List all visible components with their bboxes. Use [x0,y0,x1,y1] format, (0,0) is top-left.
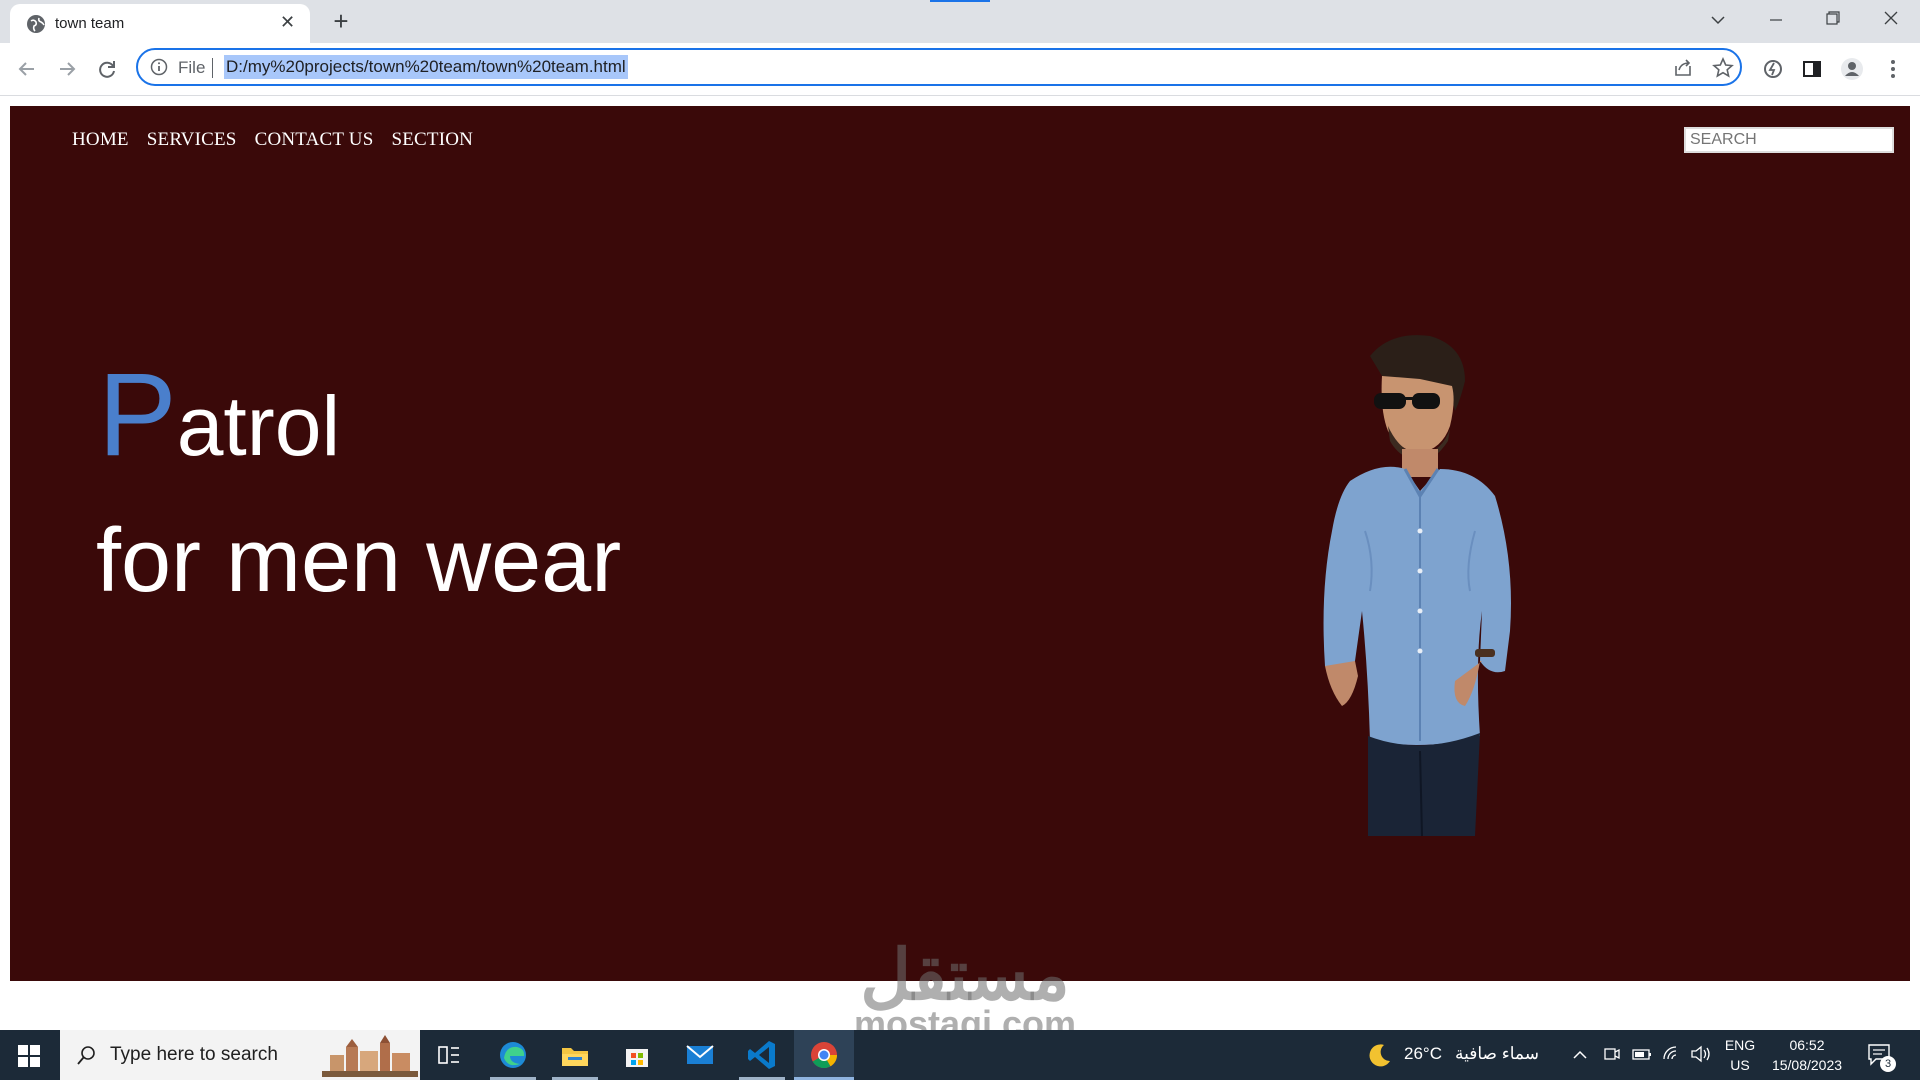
model-photo [1323,335,1511,836]
microsoft-store-icon[interactable] [620,1038,654,1072]
extension-icon[interactable] [1758,54,1788,84]
taskbar-search-placeholder: Type here to search [110,1044,278,1065]
taskbar-search-box[interactable]: Type here to search [60,1030,420,1080]
language-indicator[interactable]: ENG US [1718,1035,1762,1075]
weather-moon-icon[interactable] [1366,1041,1394,1069]
profile-avatar-icon[interactable] [1837,54,1867,84]
tab-strip: town team ✕ + [0,0,1920,43]
minimize-button[interactable] [1756,6,1796,36]
hero-first-letter: P [98,349,177,481]
windows-taskbar: Type here to search 26°C سماء صافية ENG … [0,1030,1920,1080]
restore-button[interactable] [1813,6,1853,36]
task-view-icon[interactable] [432,1038,466,1072]
nav-section[interactable]: SECTION [391,129,473,150]
scheme-label: File [178,58,206,77]
web-page: HOME SERVICES CONTACT US SECTION Patrol for… [10,106,1910,981]
volume-icon[interactable] [1690,1045,1712,1063]
watermark: مستقل mostaqi.com [845,940,1085,1042]
url-text[interactable]: D:/my%20projects/town%20team/town%20team… [224,55,628,79]
keyboard-layout: US [1730,1057,1750,1073]
edge-browser-icon[interactable] [496,1038,530,1072]
site-nav: HOME SERVICES CONTACT US SECTION [72,129,491,151]
browser-toolbar: File D:/my%20projects/town%20team/town%2… [0,43,1920,96]
tab-title: town team [55,15,125,32]
share-icon[interactable] [1672,57,1694,79]
clock[interactable]: 06:52 15/08/2023 [1764,1035,1850,1075]
globe-icon [27,15,45,33]
bookmark-star-icon[interactable] [1712,57,1734,79]
file-explorer-icon[interactable] [558,1038,592,1072]
search-icon [77,1046,95,1065]
menu-kebab-icon[interactable] [1878,54,1908,84]
clock-time: 06:52 [1789,1037,1825,1053]
hero-title: Patrol [98,356,340,474]
nav-home[interactable]: HOME [72,129,129,150]
nav-services[interactable]: SERVICES [147,129,237,150]
meet-now-icon[interactable] [1603,1045,1621,1063]
address-bar[interactable]: File D:/my%20projects/town%20team/town%2… [136,48,1742,86]
tab-strip-accent [930,0,990,2]
reload-icon[interactable] [92,54,122,84]
search-highlight-town-icon [322,1033,418,1077]
chevron-up-icon[interactable] [1572,1047,1588,1063]
info-icon[interactable] [150,58,168,76]
close-window-button[interactable] [1871,6,1911,36]
back-icon[interactable] [12,54,42,84]
side-panel-icon[interactable] [1797,54,1827,84]
hero-title-rest: atrol [176,379,341,473]
site-search-input[interactable] [1684,127,1894,153]
new-tab-button[interactable]: + [326,6,356,36]
nav-contact-us[interactable]: CONTACT US [255,129,374,150]
clock-date: 15/08/2023 [1771,1057,1843,1073]
vscode-icon[interactable] [745,1038,779,1072]
notification-count-badge: 3 [1880,1056,1896,1072]
weather-temp[interactable]: 26°C [1404,1044,1442,1064]
tab-search-chevron-icon[interactable] [1698,6,1738,36]
chrome-icon[interactable] [807,1038,841,1072]
battery-icon[interactable] [1632,1045,1652,1063]
wifi-icon[interactable] [1662,1045,1682,1063]
forward-icon[interactable] [52,54,82,84]
browser-tab[interactable]: town team ✕ [10,4,310,43]
language-code: ENG [1724,1037,1756,1053]
hero-subtitle: for men wear [96,511,622,611]
weather-description[interactable]: سماء صافية [1455,1044,1539,1064]
mail-icon[interactable] [683,1038,717,1072]
watermark-arabic: مستقل [860,936,1070,1014]
tab-close-icon[interactable]: ✕ [280,12,295,33]
scheme-separator [212,58,213,78]
windows-start-icon[interactable] [18,1045,40,1067]
